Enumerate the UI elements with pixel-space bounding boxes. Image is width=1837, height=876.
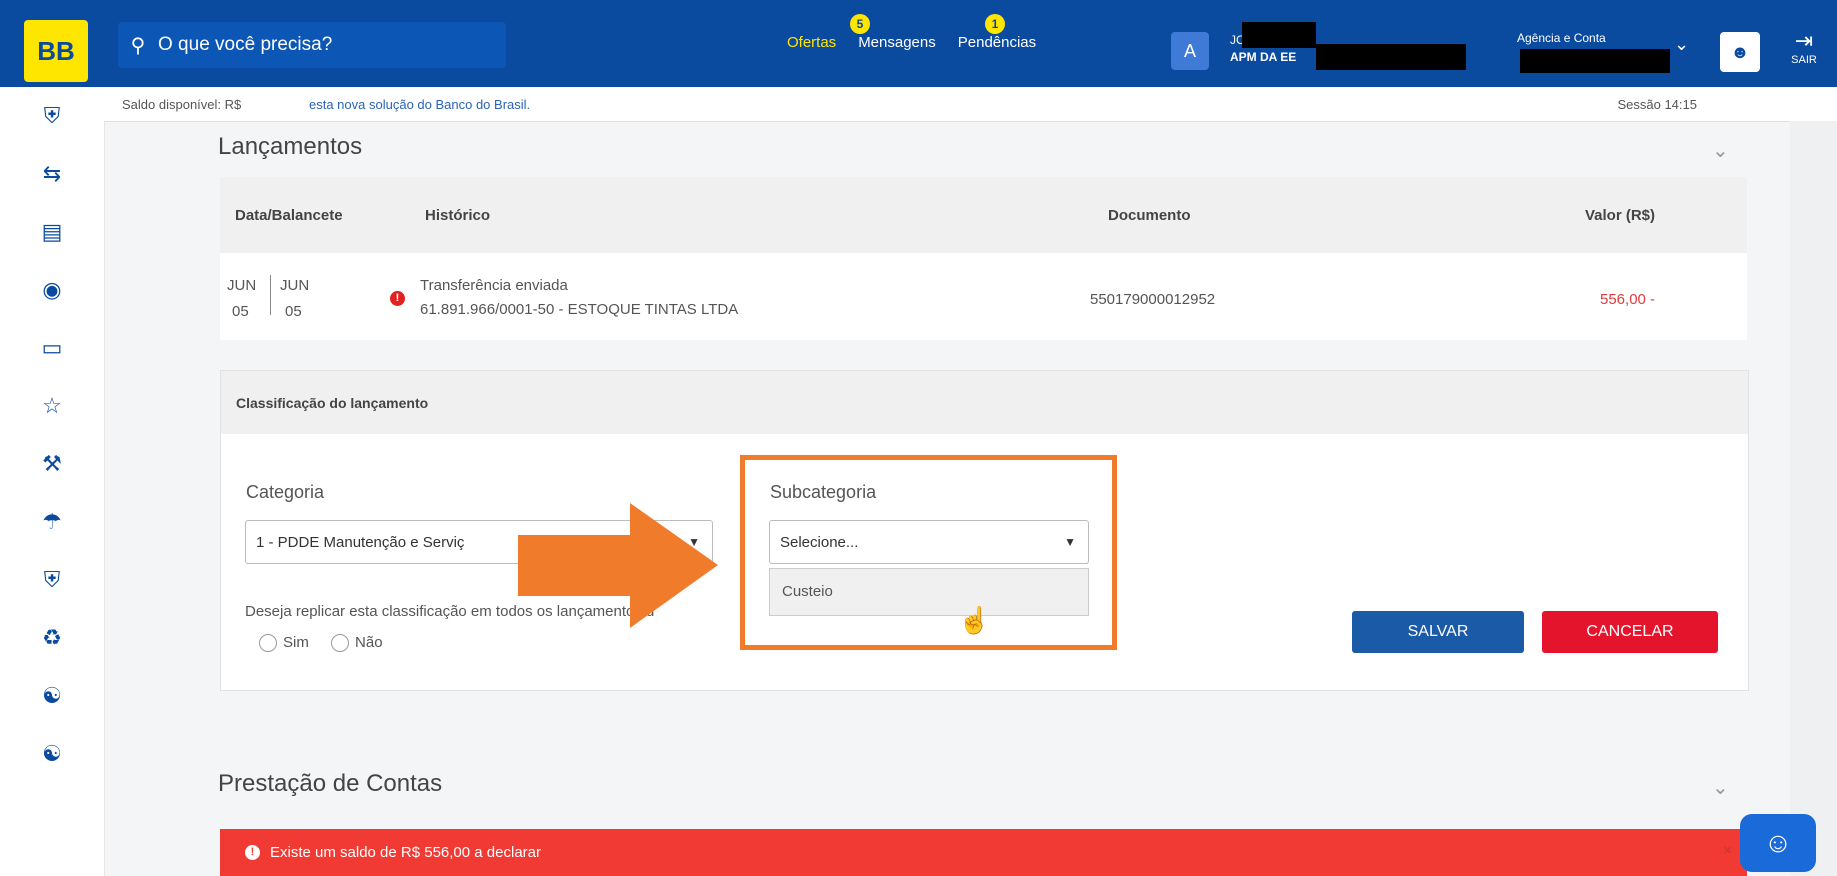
logout-label: SAIR (1791, 54, 1817, 66)
logout-button[interactable]: ⇥ SAIR (1786, 28, 1822, 66)
account-avatar[interactable]: A (1171, 32, 1209, 70)
salvar-button[interactable]: SALVAR (1352, 611, 1524, 653)
categoria-value: 1 - PDDE Manutenção e Serviç (256, 534, 465, 551)
ofertas-badge: 5 (850, 14, 870, 34)
table-header: Data/Balancete Histórico Documento Valor… (220, 177, 1747, 253)
cancelar-button[interactable]: CANCELAR (1542, 611, 1718, 653)
close-icon[interactable]: × (1723, 842, 1732, 859)
barcode-icon[interactable]: ▤ (32, 215, 72, 249)
bank-logo[interactable]: BB (24, 20, 88, 82)
session-timer: Sessão 14:15 (1617, 97, 1697, 112)
shield-money-icon[interactable]: ⛨ (32, 99, 72, 133)
alert-icon: ! (245, 845, 260, 860)
row-hist1: Transferência enviada (420, 277, 568, 294)
org-chart-icon[interactable]: ☯ (32, 737, 72, 771)
radio-sim[interactable] (259, 634, 277, 653)
nav-ofertas[interactable]: Ofertas (787, 34, 836, 51)
row-month1: JUN (227, 277, 257, 294)
search-placeholder: O que você precisa? (158, 34, 333, 55)
info-bar: Saldo disponível: R$ esta nova solução d… (104, 87, 1837, 122)
radio-nao-label: Não (355, 634, 383, 651)
user-icon: ☻ (1730, 41, 1750, 62)
radio-nao[interactable] (331, 634, 350, 653)
logo-mark: BB (37, 35, 75, 66)
highlight-box (740, 455, 1117, 650)
exchange-icon[interactable]: ♻ (32, 621, 72, 655)
col-documento: Documento (1108, 207, 1191, 224)
row-hist2: 61.891.966/0001-50 - ESTOQUE TINTAS LTDA (420, 301, 739, 318)
redacted-name (1242, 22, 1316, 48)
redacted-account (1520, 49, 1670, 73)
nav-mensagens[interactable]: Mensagens (858, 34, 936, 51)
shield-icon[interactable]: ⛨ (32, 563, 72, 597)
trophy-icon[interactable]: ☆ (32, 389, 72, 423)
left-sidebar: ⛨ ⇆ ▤ ◉ ▭ ☆ ⚒ ☂ ⛨ ♻ ☯ ☯ (0, 87, 105, 876)
nav-pendencias[interactable]: Pendências (958, 34, 1036, 51)
smile-icon: ☺ (1763, 827, 1793, 858)
row-valor: 556,00 - (1600, 291, 1656, 308)
alert-message: Existe um saldo de R$ 556,00 a declarar (270, 844, 541, 861)
user-org: APM DA EE (1230, 50, 1297, 64)
alert-icon: ! (390, 291, 405, 306)
classificacao-header: Classificação do lançamento (220, 370, 1749, 436)
card-icon[interactable]: ▭ (32, 331, 72, 365)
info-message[interactable]: esta nova solução do Banco do Brasil. (309, 97, 530, 112)
row-month2: JUN (280, 277, 310, 294)
saldo-label: Saldo disponível: R$ (122, 97, 242, 112)
mensagens-badge: 1 (985, 14, 1005, 34)
redacted-org (1316, 44, 1466, 70)
agencia-conta-label[interactable]: Agência e Conta (1517, 31, 1606, 45)
row-day1: 05 (232, 303, 249, 320)
table-row[interactable]: JUN 05 JUN 05 ! Transferência enviada 61… (220, 253, 1747, 340)
row-documento: 550179000012952 (1090, 291, 1216, 308)
expand-chevron-icon[interactable]: ⌄ (1712, 775, 1729, 800)
top-nav: Ofertas Mensagens Pendências (787, 34, 1036, 51)
categoria-label: Categoria (246, 482, 325, 502)
search-box[interactable]: ⚲ O que você precisa? (118, 22, 506, 68)
date-divider (270, 275, 271, 315)
col-data: Data/Balancete (235, 207, 343, 224)
umbrella-icon[interactable]: ☂ (32, 505, 72, 539)
lancamentos-title: Lançamentos (218, 133, 363, 160)
top-bar: BB ⚲ O que você precisa? Ofertas Mensage… (0, 0, 1837, 87)
chevron-down-icon[interactable]: ⌄ (1674, 34, 1689, 55)
money-hand-icon[interactable]: ◉ (32, 273, 72, 307)
orange-arrow (518, 503, 718, 628)
search-icon: ⚲ (130, 34, 146, 57)
radio-sim-label: Sim (283, 634, 309, 651)
chat-assistant-button[interactable]: ☺ (1740, 814, 1816, 872)
collapse-chevron-icon[interactable]: ⌄ (1712, 138, 1729, 163)
investment-icon[interactable]: ☯ (32, 679, 72, 713)
logout-icon: ⇥ (1794, 28, 1814, 53)
saldo-alert-bar: ! Existe um saldo de R$ 556,00 a declara… (220, 829, 1747, 876)
col-historico: Histórico (425, 207, 491, 224)
scrollbar[interactable] (1790, 121, 1837, 876)
classificacao-title: Classificação do lançamento (236, 395, 429, 411)
prestacao-title: Prestação de Contas (218, 770, 443, 797)
transfer-icon[interactable]: ⇆ (32, 157, 72, 191)
col-valor: Valor (R$) (1585, 207, 1656, 224)
gavel-icon[interactable]: ⚒ (32, 447, 72, 481)
user-profile-button[interactable]: ☻ (1720, 32, 1760, 72)
radio-group: Sim Não (259, 634, 383, 653)
row-day2: 05 (285, 303, 302, 320)
